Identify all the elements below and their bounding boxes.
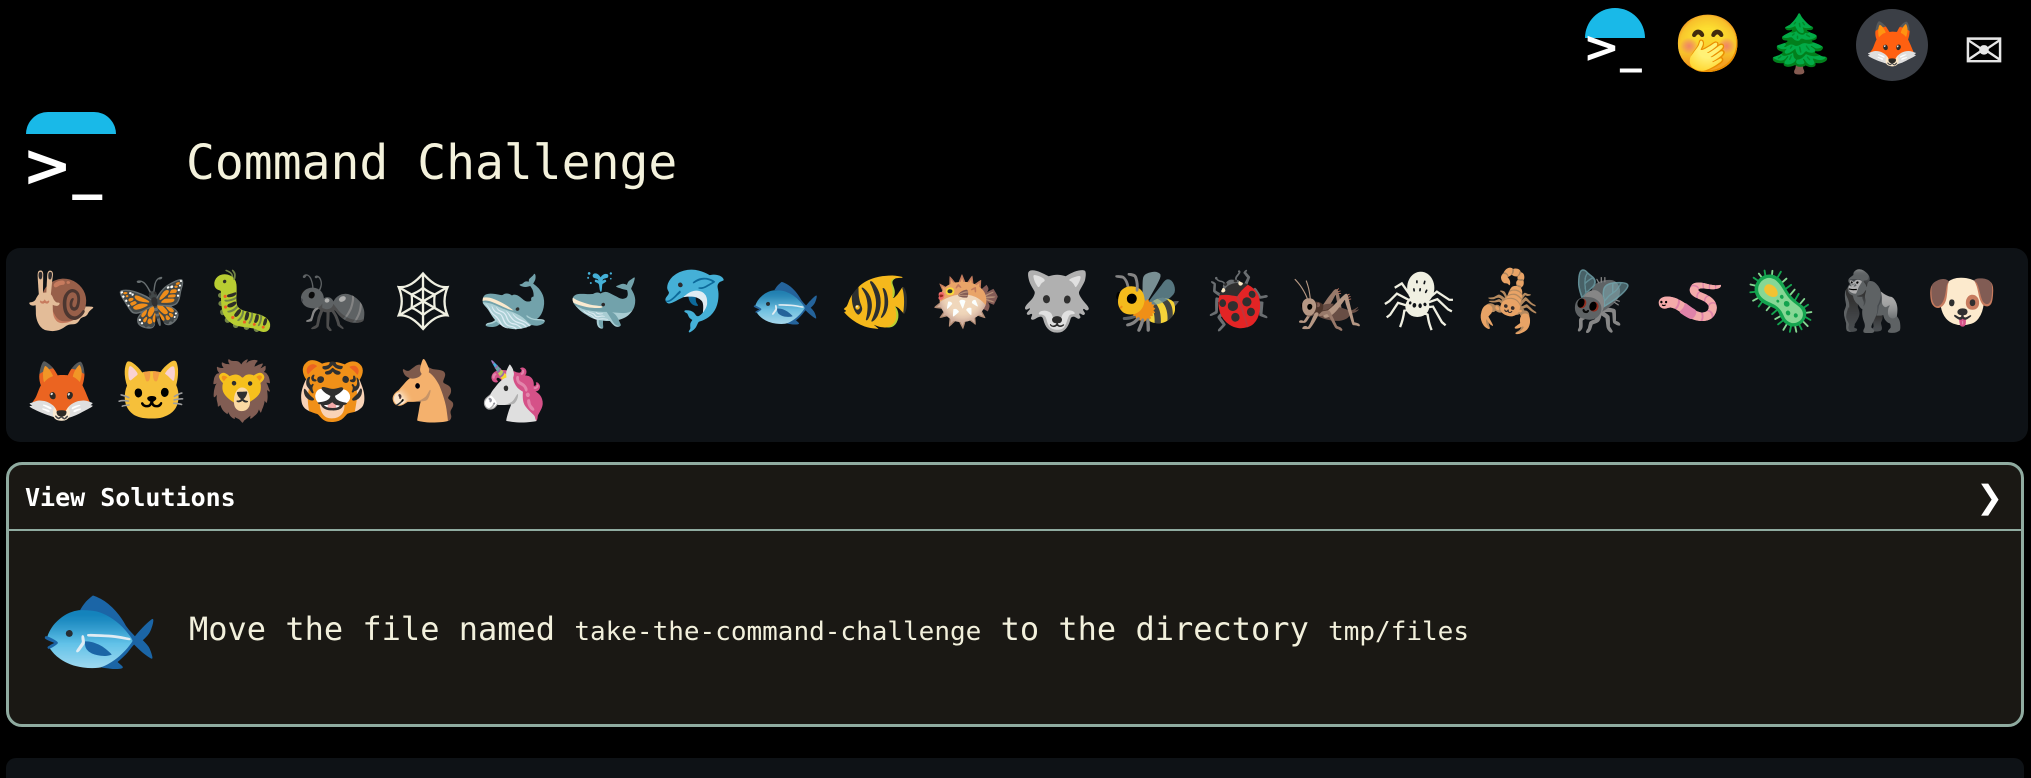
- tiger-icon[interactable]: 🐯: [288, 346, 379, 436]
- shushing-face-icon[interactable]: 🤭: [1669, 6, 1747, 84]
- ladybug-icon[interactable]: 🐞: [1193, 256, 1284, 346]
- caterpillar-icon[interactable]: 🐛: [197, 256, 288, 346]
- animal-grid: 🐌 🦋 🐛 🐜 🕸 🐋 🐳 🐬 🐟 🐠 🐡 🐺 🐝 🐞 🦗 🕷 🦂 🪰 🪱 🦠 🦍 🐶 🦊 🐱 🦁 🐯 🐴 🦄: [6, 248, 2028, 436]
- solutions-panel: View Solutions ❯ 🐟 Move the file named t…: [6, 462, 2024, 727]
- mail-icon[interactable]: ✉: [1945, 6, 2023, 84]
- page-title: Command Challenge: [186, 135, 678, 191]
- snail-icon[interactable]: 🐌: [16, 256, 107, 346]
- fox-icon[interactable]: 🦊: [16, 346, 107, 436]
- cat-icon[interactable]: 🐱: [107, 346, 198, 436]
- fish-icon[interactable]: 🐟: [740, 256, 831, 346]
- view-solutions-label: View Solutions: [25, 482, 236, 512]
- gitlab-icon: 🦊: [1856, 9, 1928, 81]
- challenge-text-middle: to the directory: [981, 610, 1329, 648]
- ant-icon[interactable]: 🐜: [288, 256, 379, 346]
- page-header: >_ Command Challenge: [22, 108, 677, 218]
- challenge-text: Move the file named take-the-command-cha…: [189, 610, 1469, 648]
- worm-icon[interactable]: 🪱: [1645, 256, 1736, 346]
- gorilla-icon[interactable]: 🦍: [1826, 256, 1917, 346]
- view-solutions-toggle[interactable]: View Solutions ❯: [9, 465, 2021, 531]
- logo-prompt-glyph: >_: [1583, 22, 1642, 73]
- tropical-fish-icon[interactable]: 🐠: [831, 256, 922, 346]
- spider-icon[interactable]: 🕷: [1374, 256, 1465, 346]
- command-challenge-logo[interactable]: >_: [22, 108, 122, 218]
- bee-icon[interactable]: 🐝: [1102, 256, 1193, 346]
- whale-icon[interactable]: 🐋: [469, 256, 560, 346]
- logo-prompt-glyph: >_: [22, 131, 103, 201]
- gitlab-icon-glyph: 🦊: [1864, 19, 1920, 70]
- scorpion-icon[interactable]: 🦂: [1464, 256, 1555, 346]
- chevron-right-icon[interactable]: ❯: [1976, 478, 2003, 516]
- challenge-directory: tmp/files: [1328, 617, 1469, 647]
- dolphin-icon[interactable]: 🐬: [650, 256, 741, 346]
- next-section-edge: [6, 758, 2024, 778]
- spouting-whale-icon[interactable]: 🐳: [559, 256, 650, 346]
- horse-icon[interactable]: 🐴: [378, 346, 469, 436]
- lion-icon[interactable]: 🦁: [197, 346, 288, 436]
- wolf-icon[interactable]: 🐺: [1012, 256, 1103, 346]
- fish-icon: 🐟: [36, 570, 162, 687]
- dog-icon[interactable]: 🐶: [1917, 256, 2008, 346]
- tree-icon[interactable]: 🌲: [1761, 6, 1839, 84]
- blowfish-icon[interactable]: 🐡: [921, 256, 1012, 346]
- command-challenge-logo-icon[interactable]: >_: [1577, 6, 1655, 84]
- butterfly-icon[interactable]: 🦋: [107, 256, 198, 346]
- microbe-icon[interactable]: 🦠: [1736, 256, 1827, 346]
- challenge-file-name: take-the-command-challenge: [574, 617, 982, 647]
- challenge-text-before: Move the file named: [189, 610, 575, 648]
- fly-icon[interactable]: 🪰: [1555, 256, 1646, 346]
- challenge-animal-bar: 🐌 🦋 🐛 🐜 🕸 🐋 🐳 🐬 🐟 🐠 🐡 🐺 🐝 🐞 🦗 🕷 🦂 🪰 🪱 🦠 🦍 🐶 🦊 🐱 🦁 🐯 🐴 🦄: [6, 248, 2028, 442]
- gitlab-link[interactable]: 🦊: [1853, 6, 1931, 84]
- cricket-icon[interactable]: 🦗: [1283, 256, 1374, 346]
- unicorn-icon[interactable]: 🦄: [469, 346, 560, 436]
- challenge-description: 🐟 Move the file named take-the-command-c…: [9, 531, 2021, 727]
- spider-web-icon[interactable]: 🕸: [378, 256, 469, 346]
- top-nav: >_ 🤭 🌲 🦊 ✉: [1577, 6, 2023, 84]
